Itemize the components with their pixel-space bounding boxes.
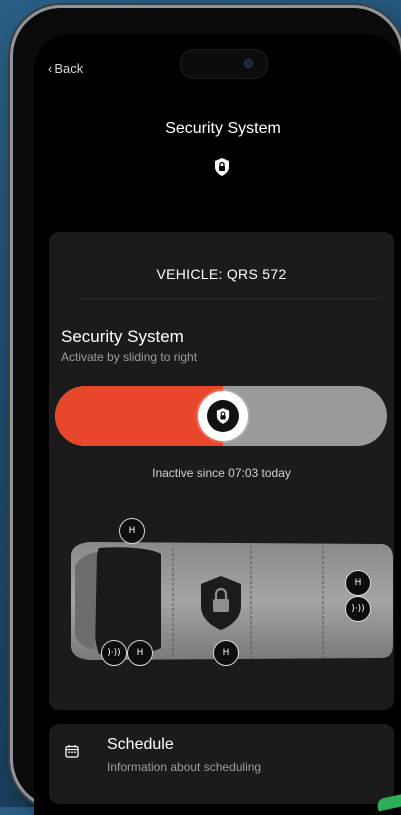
lock-shield-icon bbox=[215, 158, 229, 176]
alarm-sensor-rear[interactable]: )·)) bbox=[345, 596, 371, 622]
schedule-label: Schedule bbox=[107, 736, 174, 753]
vehicle-label: VEHICLE: QRS 572 bbox=[156, 266, 287, 282]
schedule-row[interactable]: Schedule Information about scheduling bbox=[49, 724, 394, 804]
schedule-subtitle: Information about scheduling bbox=[107, 760, 262, 774]
calendar-icon bbox=[65, 745, 79, 758]
door-sensor-right-front[interactable]: H bbox=[127, 640, 153, 666]
phone-frame: ‹ Back Security System VEHICLE: QRS 572 … bbox=[13, 8, 401, 815]
security-card: VEHICLE: QRS 572 Security System Activat… bbox=[49, 232, 394, 710]
page-title: Security System bbox=[165, 120, 281, 137]
app-screen: ‹ Back Security System VEHICLE: QRS 572 … bbox=[34, 34, 401, 815]
camera-dot bbox=[244, 59, 253, 68]
back-label: Back bbox=[54, 61, 84, 76]
lock-shield-icon bbox=[216, 408, 230, 424]
slider-knob[interactable] bbox=[198, 391, 248, 441]
security-status: Inactive since 07:03 today bbox=[152, 466, 291, 480]
dynamic-island bbox=[180, 49, 268, 79]
security-subtitle: Activate by sliding to right bbox=[61, 350, 198, 364]
door-sensor-left-front[interactable]: H bbox=[119, 518, 145, 544]
divider bbox=[79, 298, 379, 299]
security-slider[interactable] bbox=[55, 386, 387, 446]
security-title: Security System bbox=[61, 327, 184, 346]
back-button[interactable]: ‹ Back bbox=[48, 61, 83, 76]
chevron-left-icon: ‹ bbox=[48, 61, 53, 76]
door-sensor-side[interactable]: H bbox=[213, 640, 239, 666]
vehicle-diagram: H H )·)) )·)) H H bbox=[63, 518, 393, 668]
door-sensor-rear-top[interactable]: H bbox=[345, 570, 371, 596]
alarm-sensor-front[interactable]: )·)) bbox=[101, 640, 127, 666]
